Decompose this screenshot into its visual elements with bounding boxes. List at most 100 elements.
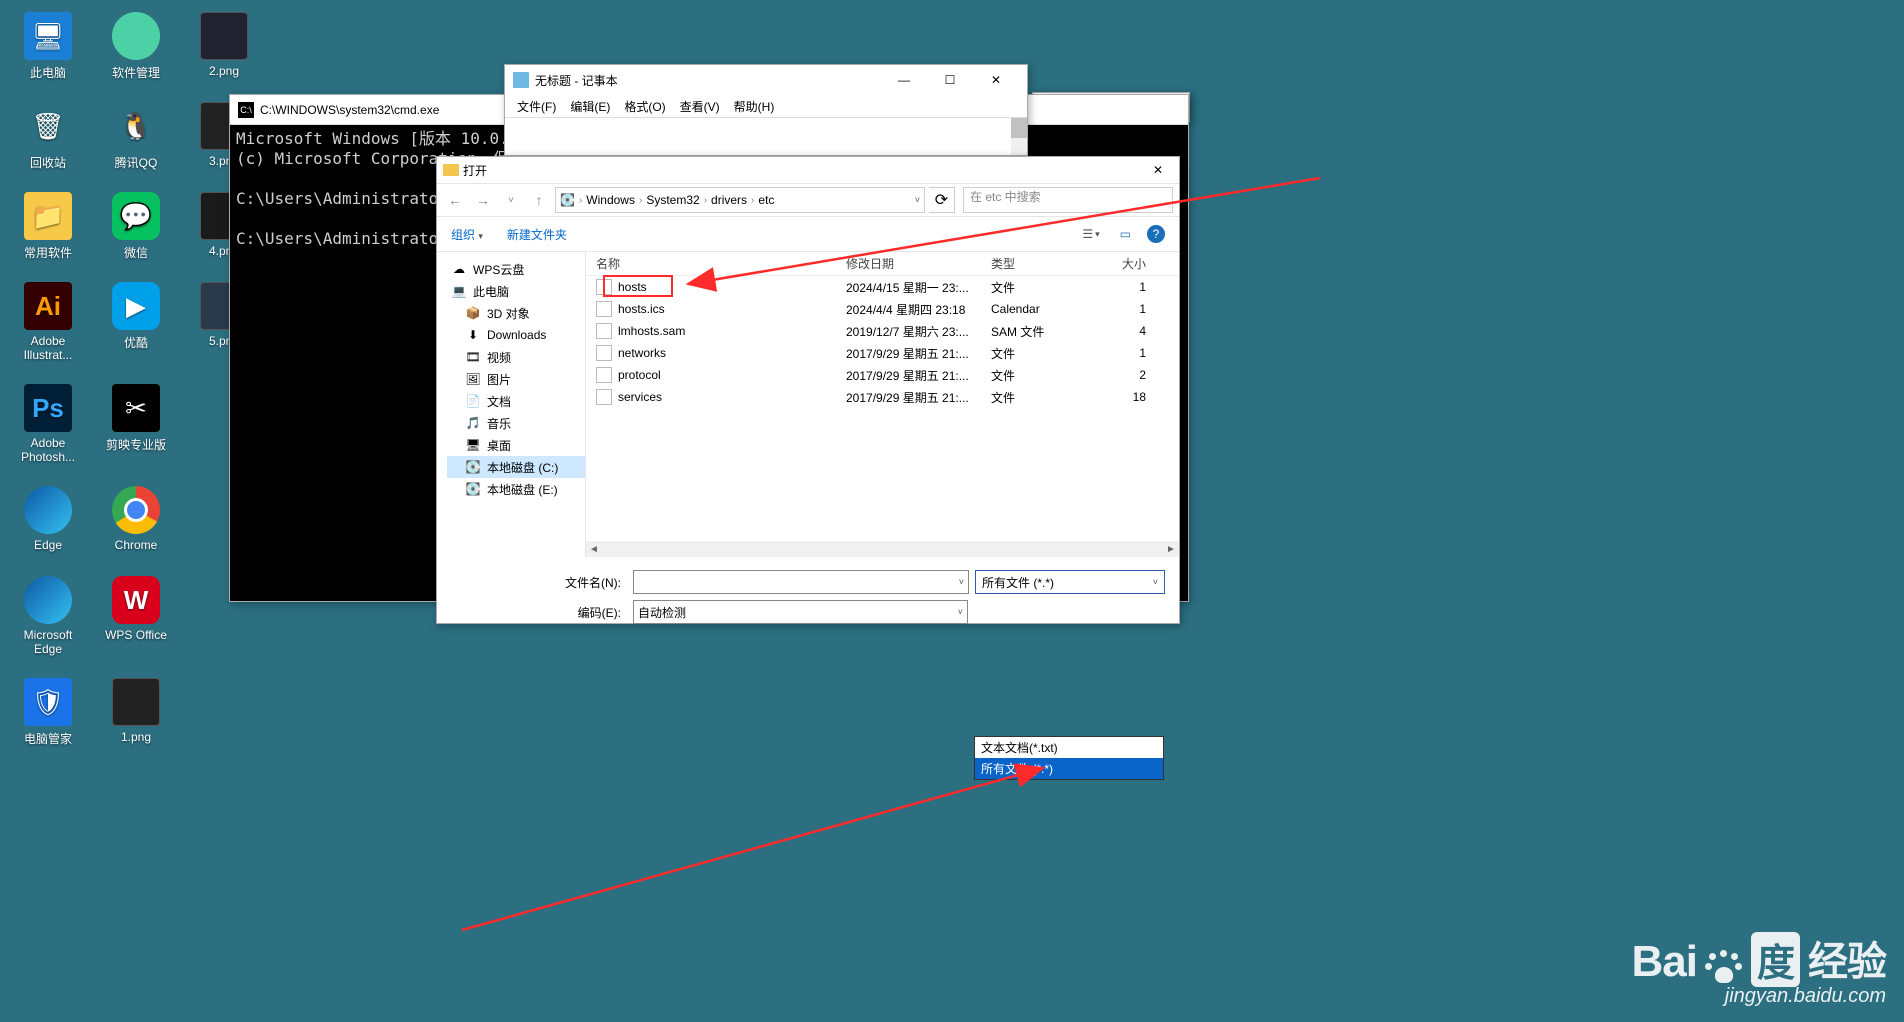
desktop-icon-pcmgr[interactable]: 🛡电脑管家 <box>12 678 84 747</box>
filter-option-txt[interactable]: 文本文档(*.txt) <box>975 737 1163 758</box>
desktop-icon-chrome[interactable]: Chrome <box>100 486 172 552</box>
desktop-icon-2png[interactable]: 2.png <box>188 12 260 78</box>
encoding-label: 编码(E): <box>451 604 627 621</box>
col-name[interactable]: 名称 <box>596 255 846 272</box>
file-type: 文件 <box>991 389 1106 406</box>
file-name: protocol <box>618 368 661 382</box>
notepad-menubar: 文件(F) 编辑(E) 格式(O) 查看(V) 帮助(H) <box>505 95 1027 117</box>
file-row[interactable]: networks2017/9/29 星期五 21:...文件1 <box>586 342 1179 364</box>
sidebar-item-label: 桌面 <box>487 437 511 454</box>
notepad-textarea[interactable] <box>505 117 1027 155</box>
crumb-windows[interactable]: Windows› <box>586 193 642 207</box>
preview-pane-button[interactable]: ▭ <box>1116 225 1135 243</box>
crumb-drivers[interactable]: drivers› <box>711 193 754 207</box>
organize-menu[interactable]: 组织 ▾ <box>451 226 483 243</box>
filter-option-all[interactable]: 所有文件 (*.*) <box>975 758 1163 779</box>
help-button[interactable]: ? <box>1147 225 1165 243</box>
sidebar-item-label: Downloads <box>487 328 546 342</box>
sidebar-item-icon: 📄 <box>465 393 481 409</box>
desktop-icon-youku[interactable]: ▶优酷 <box>100 282 172 351</box>
sidebar-item[interactable]: 🖼图片 <box>447 368 585 390</box>
sidebar-item[interactable]: 🖥桌面 <box>447 434 585 456</box>
nav-up-button[interactable]: ↑ <box>527 188 551 212</box>
desktop-icon-jianying[interactable]: ✂剪映专业版 <box>100 384 172 453</box>
file-row[interactable]: lmhosts.sam2019/12/7 星期六 23:...SAM 文件4 <box>586 320 1179 342</box>
col-type[interactable]: 类型 <box>991 255 1106 272</box>
search-placeholder: 在 etc 中搜索 <box>970 190 1041 204</box>
filename-input[interactable]: ˅ <box>633 570 969 594</box>
file-row[interactable]: protocol2017/9/29 星期五 21:...文件2 <box>586 364 1179 386</box>
icon-label: 1.png <box>121 730 151 744</box>
nav-recent-button[interactable]: ˅ <box>499 188 523 212</box>
sidebar-item[interactable]: ☁WPS云盘 <box>447 258 585 280</box>
sidebar-item-label: 此电脑 <box>473 283 509 300</box>
notepad-icon <box>513 72 529 88</box>
desktop-icon-illustrator[interactable]: AiAdobe Illustrat... <box>12 282 84 362</box>
close-button[interactable]: ✕ <box>1143 163 1173 177</box>
desktop-icon-recyclebin[interactable]: 🗑回收站 <box>12 102 84 171</box>
desktop-icon-wechat[interactable]: 💬微信 <box>100 192 172 261</box>
sidebar-item-label: 音乐 <box>487 415 511 432</box>
breadcrumb[interactable]: 💽 › Windows› System32› drivers› etc ˅ <box>555 187 925 213</box>
icon-label: WPS Office <box>105 628 167 642</box>
notepad-titlebar[interactable]: 无标题 - 记事本 — ☐ ✕ <box>505 65 1027 95</box>
file-list[interactable]: hosts2024/4/15 星期一 23:...文件1hosts.ics202… <box>586 276 1179 541</box>
col-size[interactable]: 大小 <box>1106 255 1158 272</box>
desktop-icon-1png[interactable]: 1.png <box>100 678 172 744</box>
desktop-icon-edge[interactable]: Edge <box>12 486 84 552</box>
desktop-icon-thispc[interactable]: 🖥此电脑 <box>12 12 84 81</box>
file-type: 文件 <box>991 345 1106 362</box>
sidebar-item[interactable]: 🎵音乐 <box>447 412 585 434</box>
file-name: hosts.ics <box>618 302 665 316</box>
nav-back-button[interactable]: ← <box>443 188 467 212</box>
menu-file[interactable]: 文件(F) <box>513 96 560 117</box>
file-name: networks <box>618 346 666 360</box>
sidebar-item[interactable]: 💽本地磁盘 (E:) <box>447 478 585 500</box>
sidebar-item[interactable]: 💻此电脑 <box>447 280 585 302</box>
refresh-button[interactable]: ⟳ <box>929 187 955 213</box>
search-input[interactable]: 在 etc 中搜索 <box>963 187 1173 213</box>
sidebar-item[interactable]: 📦3D 对象 <box>447 302 585 324</box>
sidebar-item-icon: 💽 <box>465 459 481 475</box>
open-dialog: 打开 ✕ ← → ˅ ↑ 💽 › Windows› System32› driv… <box>436 156 1180 624</box>
newfolder-button[interactable]: 新建文件夹 <box>507 226 567 243</box>
file-row[interactable]: services2017/9/29 星期五 21:...文件18 <box>586 386 1179 408</box>
desktop-icon-photoshop[interactable]: PsAdobe Photosh... <box>12 384 84 464</box>
maximize-button[interactable]: ☐ <box>927 65 973 95</box>
crumb-system32[interactable]: System32› <box>646 193 707 207</box>
file-size: 1 <box>1106 346 1158 360</box>
minimize-button[interactable]: — <box>881 65 927 95</box>
sidebar-item-icon: ☁ <box>451 261 467 277</box>
filetype-filter[interactable]: 所有文件 (*.*)˅ <box>975 570 1165 594</box>
sidebar-item[interactable]: 📄 文档 <box>447 390 585 412</box>
view-mode-button[interactable]: ☰ ▾ <box>1078 225 1103 243</box>
breadcrumb-dropdown[interactable]: ˅ <box>915 195 920 205</box>
desktop-icon-softmgr[interactable]: 软件管理 <box>100 12 172 81</box>
col-date[interactable]: 修改日期 <box>846 255 991 272</box>
file-type: 文件 <box>991 367 1106 384</box>
encoding-select[interactable]: 自动检测˅ <box>633 600 968 624</box>
notepad-window: 无标题 - 记事本 — ☐ ✕ 文件(F) 编辑(E) 格式(O) 查看(V) … <box>504 64 1028 156</box>
file-row[interactable]: hosts.ics2024/4/4 星期四 23:18Calendar1 <box>586 298 1179 320</box>
horizontal-scrollbar[interactable]: ◄► <box>586 541 1179 557</box>
menu-help[interactable]: 帮助(H) <box>730 96 779 117</box>
icon-label: 2.png <box>209 64 239 78</box>
menu-view[interactable]: 查看(V) <box>676 96 724 117</box>
menu-edit[interactable]: 编辑(E) <box>566 96 614 117</box>
file-row[interactable]: hosts2024/4/15 星期一 23:...文件1 <box>586 276 1179 298</box>
desktop-icon-wps[interactable]: WWPS Office <box>100 576 172 642</box>
menu-format[interactable]: 格式(O) <box>620 96 669 117</box>
filename-label: 文件名(N): <box>451 574 627 591</box>
desktop-icon-software[interactable]: 📁常用软件 <box>12 192 84 261</box>
sidebar-item[interactable]: 💽本地磁盘 (C:) <box>447 456 585 478</box>
sidebar-item-label: 文档 <box>487 393 511 410</box>
nav-forward-button[interactable]: → <box>471 188 495 212</box>
notepad-scrollbar[interactable] <box>1011 118 1027 155</box>
desktop-icon-qq[interactable]: 🐧腾讯QQ <box>100 102 172 171</box>
desktop-icon-msedge[interactable]: Microsoft Edge <box>12 576 84 656</box>
crumb-etc[interactable]: etc <box>758 193 774 207</box>
sidebar-item[interactable]: ⬇Downloads <box>447 324 585 346</box>
sidebar-item[interactable]: 🎞视频 <box>447 346 585 368</box>
close-button[interactable]: ✕ <box>973 65 1019 95</box>
dialog-titlebar[interactable]: 打开 ✕ <box>437 157 1179 183</box>
